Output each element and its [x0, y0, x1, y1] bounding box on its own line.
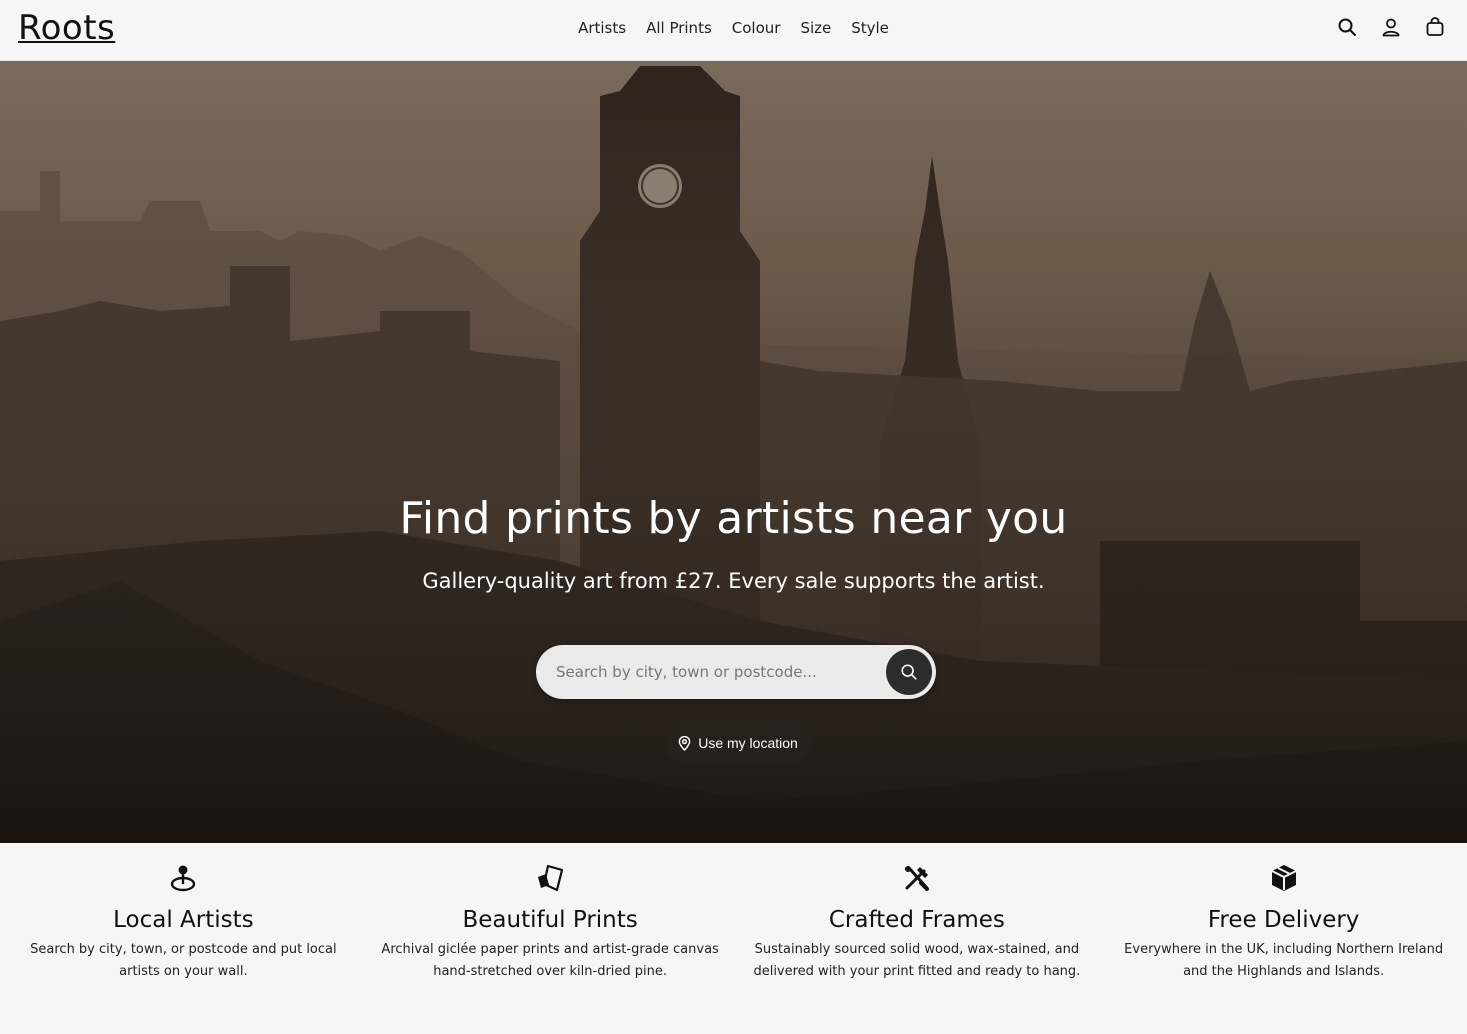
feature-free-delivery: Free Delivery Everywhere in the UK, incl…	[1100, 843, 1467, 1034]
search-icon	[901, 664, 917, 680]
hero-subtitle: Gallery-quality art from £27. Every sale…	[422, 569, 1045, 593]
tools-icon	[904, 866, 929, 891]
feature-crafted-frames: Crafted Frames Sustainably sourced solid…	[734, 843, 1101, 1034]
feature-text: Everywhere in the UK, including Northern…	[1124, 942, 1444, 979]
feature-beautiful-prints: Beautiful Prints Archival giclée paper p…	[367, 843, 734, 1034]
feature-title: Local Artists	[113, 907, 254, 933]
map-pin-icon	[171, 865, 196, 892]
site-header: Roots Artists All Prints Colour Size Sty…	[0, 0, 1467, 61]
package-icon	[1271, 865, 1297, 891]
feature-text: Archival giclée paper prints and artist-…	[381, 942, 719, 979]
hero-banner: Find prints by artists near you Gallery-…	[0, 61, 1467, 843]
nav-style[interactable]: Style	[851, 16, 889, 40]
print-icon	[538, 864, 564, 892]
location-pin-icon	[678, 735, 691, 751]
feature-title: Free Delivery	[1207, 907, 1360, 933]
nav-all-prints[interactable]: All Prints	[646, 16, 712, 40]
account-icon[interactable]	[1381, 17, 1401, 37]
location-search	[536, 645, 936, 699]
header-icons	[1337, 17, 1445, 37]
feature-text: Sustainably sourced solid wood, wax-stai…	[753, 942, 1081, 979]
use-location-button[interactable]: Use my location	[665, 725, 811, 761]
feature-title: Crafted Frames	[828, 907, 1005, 933]
nav-colour[interactable]: Colour	[732, 16, 781, 40]
features-row: Local Artists Search by city, town, or p…	[0, 843, 1467, 1034]
main-nav: Artists All Prints Colour Size Style	[0, 16, 1467, 40]
search-submit-button[interactable]	[886, 649, 932, 695]
feature-title: Beautiful Prints	[462, 907, 638, 933]
use-location-label: Use my location	[698, 735, 798, 751]
bag-icon[interactable]	[1425, 17, 1445, 37]
feature-text: Search by city, town, or postcode and pu…	[30, 942, 337, 979]
search-input[interactable]	[556, 645, 886, 699]
hero-title: Find prints by artists near you	[399, 493, 1068, 544]
nav-size[interactable]: Size	[800, 16, 831, 40]
nav-artists[interactable]: Artists	[578, 16, 626, 40]
feature-local-artists: Local Artists Search by city, town, or p…	[0, 843, 367, 1034]
search-icon[interactable]	[1337, 17, 1357, 37]
